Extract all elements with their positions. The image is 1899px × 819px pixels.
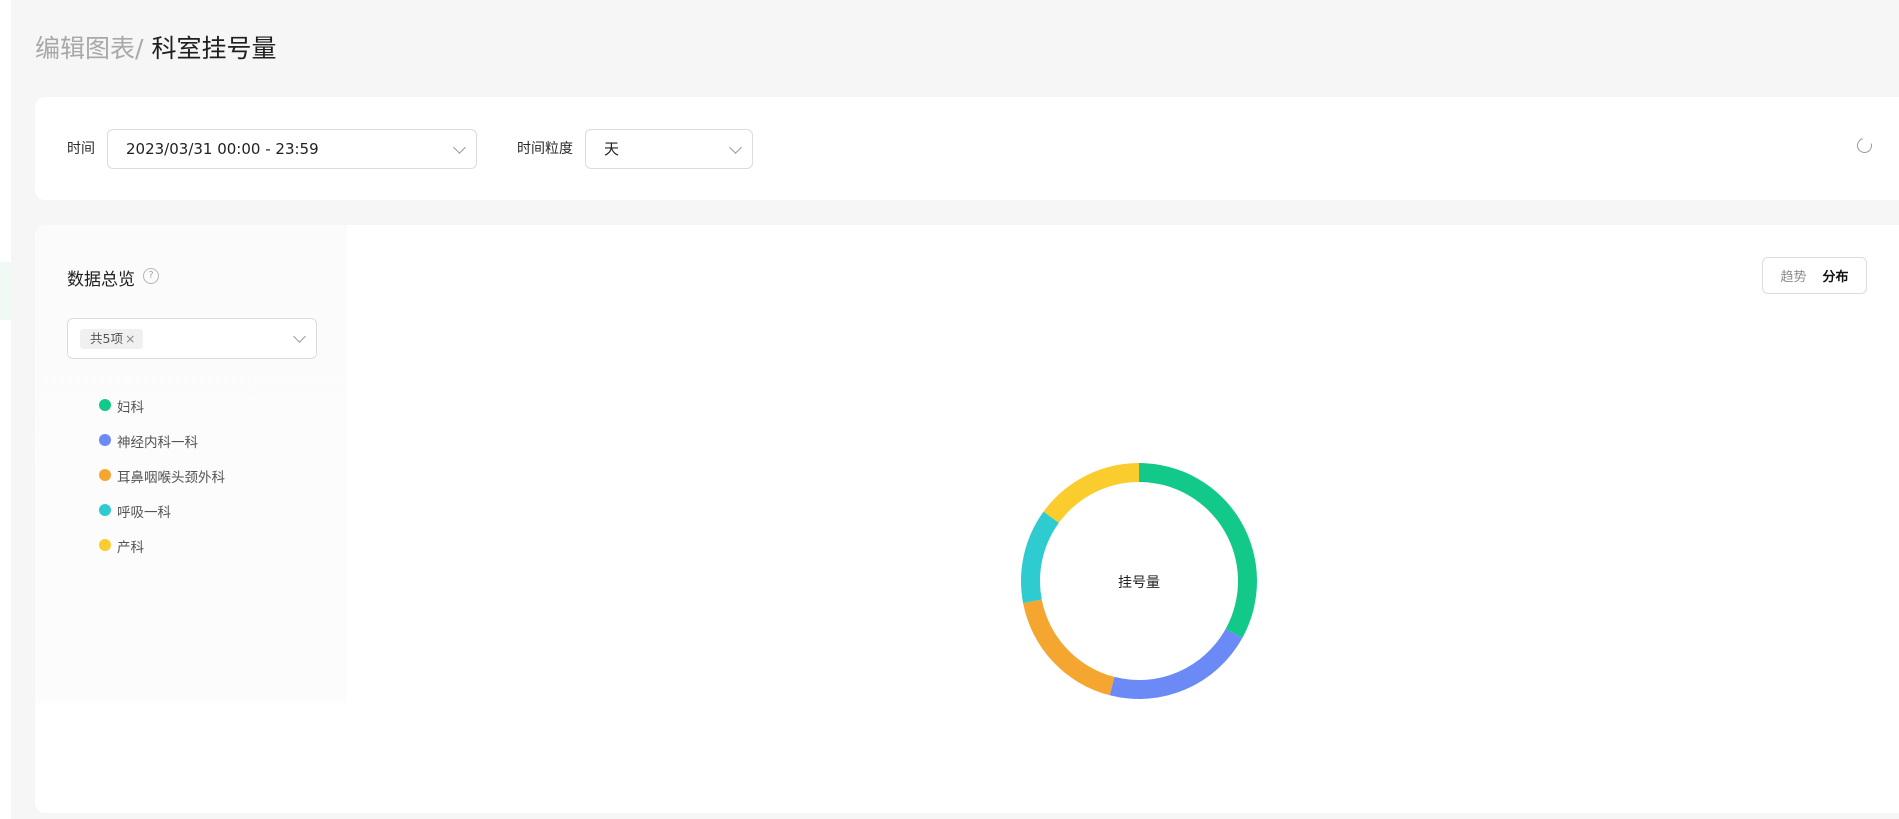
donut-slice[interactable] bbox=[1020, 511, 1059, 604]
granularity-select[interactable]: 天 bbox=[585, 129, 753, 169]
breadcrumb-parent-link[interactable]: 编辑图表/ bbox=[35, 34, 143, 63]
donut-slice[interactable] bbox=[1043, 463, 1139, 523]
left-edge-accent bbox=[0, 262, 11, 320]
donut-slice[interactable] bbox=[1139, 463, 1257, 638]
time-range-picker[interactable]: 2023/03/31 00:00 - 23:59 bbox=[107, 129, 477, 169]
chart-card: 数据总览 ? 共5项 × 妇科 神经内科一科 耳鼻咽喉头颈外科 呼吸一科 产科 趋势 分布… bbox=[35, 225, 1899, 813]
chevron-down-icon bbox=[729, 141, 742, 154]
donut-chart-svg: 挂号量 bbox=[1020, 463, 1257, 699]
donut-slice[interactable] bbox=[1023, 599, 1115, 696]
refresh-icon[interactable] bbox=[1854, 135, 1875, 156]
donut-center-label: 挂号量 bbox=[1118, 575, 1160, 591]
donut-chart: 挂号量 bbox=[35, 225, 1899, 813]
granularity-value: 天 bbox=[604, 140, 620, 158]
left-edge-strip bbox=[0, 0, 11, 819]
donut-slice[interactable] bbox=[1109, 628, 1243, 699]
filter-bar: 时间 2023/03/31 00:00 - 23:59 时间粒度 天 bbox=[35, 97, 1899, 200]
breadcrumb: 编辑图表/科室挂号量 bbox=[35, 34, 276, 64]
time-label: 时间 bbox=[67, 141, 95, 157]
granularity-label: 时间粒度 bbox=[517, 141, 573, 157]
chevron-down-icon bbox=[453, 141, 466, 154]
page-title: 科室挂号量 bbox=[151, 34, 277, 63]
time-range-value: 2023/03/31 00:00 - 23:59 bbox=[126, 140, 319, 158]
